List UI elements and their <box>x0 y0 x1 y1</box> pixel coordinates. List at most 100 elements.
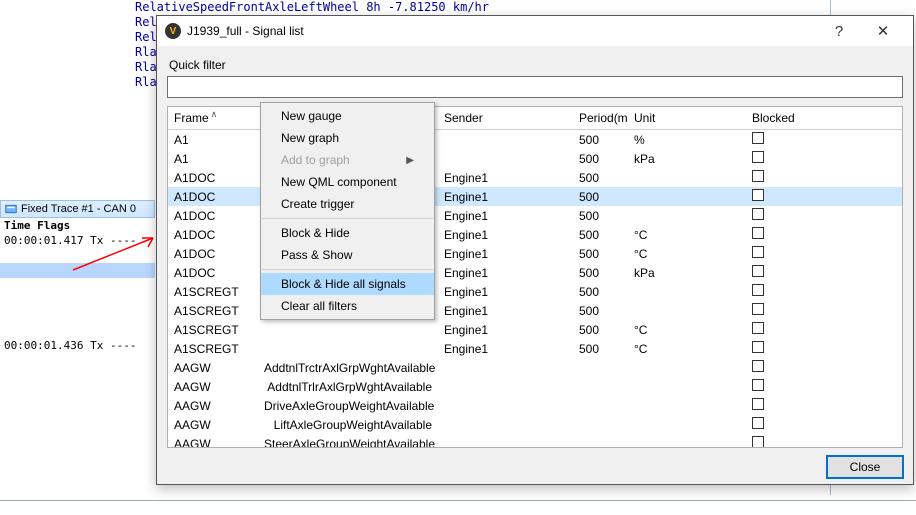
table-row[interactable]: AAGWAddtnlTrlrAxlGrpWghtAvailable <box>168 377 902 396</box>
trace-row: 00:00:01.436 Tx ---- <box>0 338 155 353</box>
table-row[interactable]: AAGWSteerAxleGroupWeightAvailable <box>168 434 902 447</box>
cell-unit <box>628 377 746 396</box>
blocked-checkbox[interactable] <box>752 189 764 201</box>
blocked-checkbox[interactable] <box>752 132 764 144</box>
cell-unit <box>628 396 746 415</box>
cell-sender: Engine1 <box>438 263 573 282</box>
cell-blocked[interactable] <box>746 187 902 206</box>
help-button[interactable]: ? <box>817 17 861 45</box>
cell-unit: °C <box>628 244 746 263</box>
app-icon: V <box>165 23 181 39</box>
cell-blocked[interactable] <box>746 358 902 377</box>
cell-blocked[interactable] <box>746 377 902 396</box>
blocked-checkbox[interactable] <box>752 170 764 182</box>
blocked-checkbox[interactable] <box>752 151 764 163</box>
table-row[interactable]: AAGWLiftAxleGroupWeightAvailable <box>168 415 902 434</box>
menu-item[interactable]: Create trigger <box>261 193 434 215</box>
col-unit[interactable]: Unit <box>628 107 746 130</box>
cell-period: 500 <box>573 320 628 339</box>
cell-blocked[interactable] <box>746 130 902 150</box>
cell-period <box>573 415 628 434</box>
menu-item[interactable]: Pass & Show <box>261 244 434 266</box>
dialog-title: J1939_full - Signal list <box>187 24 304 38</box>
cell-sender <box>438 396 573 415</box>
cell-signal: AddtnlTrlrAxlGrpWghtAvailable <box>258 377 438 396</box>
cell-period: 500 <box>573 263 628 282</box>
cell-blocked[interactable] <box>746 396 902 415</box>
cell-unit: % <box>628 130 746 150</box>
blocked-checkbox[interactable] <box>752 417 764 429</box>
cell-blocked[interactable] <box>746 149 902 168</box>
menu-item[interactable]: Block & Hide all signals <box>261 273 434 295</box>
blocked-checkbox[interactable] <box>752 436 764 447</box>
cell-frame: A1SCREGT <box>168 282 258 301</box>
cell-blocked[interactable] <box>746 244 902 263</box>
cell-blocked[interactable] <box>746 282 902 301</box>
sort-asc-icon: ∧ <box>211 109 218 119</box>
cell-signal <box>258 320 438 339</box>
cell-period: 500 <box>573 339 628 358</box>
menu-item[interactable]: New graph <box>261 127 434 149</box>
cell-frame: AAGW <box>168 415 258 434</box>
dialog-titlebar[interactable]: V J1939_full - Signal list ? ✕ <box>157 16 913 46</box>
cell-sender: Engine1 <box>438 320 573 339</box>
cell-period <box>573 358 628 377</box>
cell-unit: °C <box>628 225 746 244</box>
cell-sender <box>438 149 573 168</box>
blocked-checkbox[interactable] <box>752 379 764 391</box>
close-button[interactable]: Close <box>827 456 903 478</box>
cell-blocked[interactable] <box>746 263 902 282</box>
menu-item[interactable]: New gauge <box>261 105 434 127</box>
cell-blocked[interactable] <box>746 168 902 187</box>
cell-blocked[interactable] <box>746 339 902 358</box>
blocked-checkbox[interactable] <box>752 265 764 277</box>
table-row[interactable]: A1SCREGTEngine1500°C <box>168 339 902 358</box>
close-icon[interactable]: ✕ <box>861 17 905 45</box>
blocked-checkbox[interactable] <box>752 303 764 315</box>
table-row[interactable]: AAGWDriveAxleGroupWeightAvailable <box>168 396 902 415</box>
col-period[interactable]: Period(ms) <box>573 107 628 130</box>
table-row[interactable]: AAGWAddtnlTrctrAxlGrpWghtAvailable <box>168 358 902 377</box>
cell-frame: A1SCREGT <box>168 301 258 320</box>
col-sender[interactable]: Sender <box>438 107 573 130</box>
menu-item[interactable]: Block & Hide <box>261 222 434 244</box>
cell-blocked[interactable] <box>746 320 902 339</box>
blocked-checkbox[interactable] <box>752 246 764 258</box>
cell-sender: Engine1 <box>438 301 573 320</box>
cell-blocked[interactable] <box>746 225 902 244</box>
cell-blocked[interactable] <box>746 301 902 320</box>
table-row[interactable]: A1SCREGTEngine1500°C <box>168 320 902 339</box>
cell-sender: Engine1 <box>438 168 573 187</box>
blocked-checkbox[interactable] <box>752 322 764 334</box>
cell-period <box>573 396 628 415</box>
menu-item[interactable]: New QML component <box>261 171 434 193</box>
blocked-checkbox[interactable] <box>752 227 764 239</box>
cell-unit: kPa <box>628 149 746 168</box>
menu-item[interactable]: Clear all filters <box>261 295 434 317</box>
cell-signal: LiftAxleGroupWeightAvailable <box>258 415 438 434</box>
cell-sender <box>438 415 573 434</box>
quick-filter-input[interactable] <box>167 76 903 98</box>
cell-signal: SteerAxleGroupWeightAvailable <box>258 434 438 447</box>
blocked-checkbox[interactable] <box>752 208 764 220</box>
blocked-checkbox[interactable] <box>752 284 764 296</box>
cell-sender <box>438 130 573 150</box>
cell-frame: A1DOC <box>168 225 258 244</box>
cell-sender <box>438 358 573 377</box>
cell-period <box>573 377 628 396</box>
cell-period: 500 <box>573 130 628 150</box>
col-frame[interactable]: Frame∧ <box>168 107 258 130</box>
cell-frame: A1SCREGT <box>168 320 258 339</box>
cell-blocked[interactable] <box>746 206 902 225</box>
blocked-checkbox[interactable] <box>752 398 764 410</box>
cell-blocked[interactable] <box>746 434 902 447</box>
col-blocked[interactable]: Blocked <box>746 107 902 130</box>
blocked-checkbox[interactable] <box>752 341 764 353</box>
cell-blocked[interactable] <box>746 415 902 434</box>
cell-period: 500 <box>573 187 628 206</box>
blocked-checkbox[interactable] <box>752 360 764 372</box>
bottom-divider <box>0 500 916 501</box>
cell-sender: Engine1 <box>438 244 573 263</box>
cell-sender <box>438 434 573 447</box>
cell-unit <box>628 415 746 434</box>
